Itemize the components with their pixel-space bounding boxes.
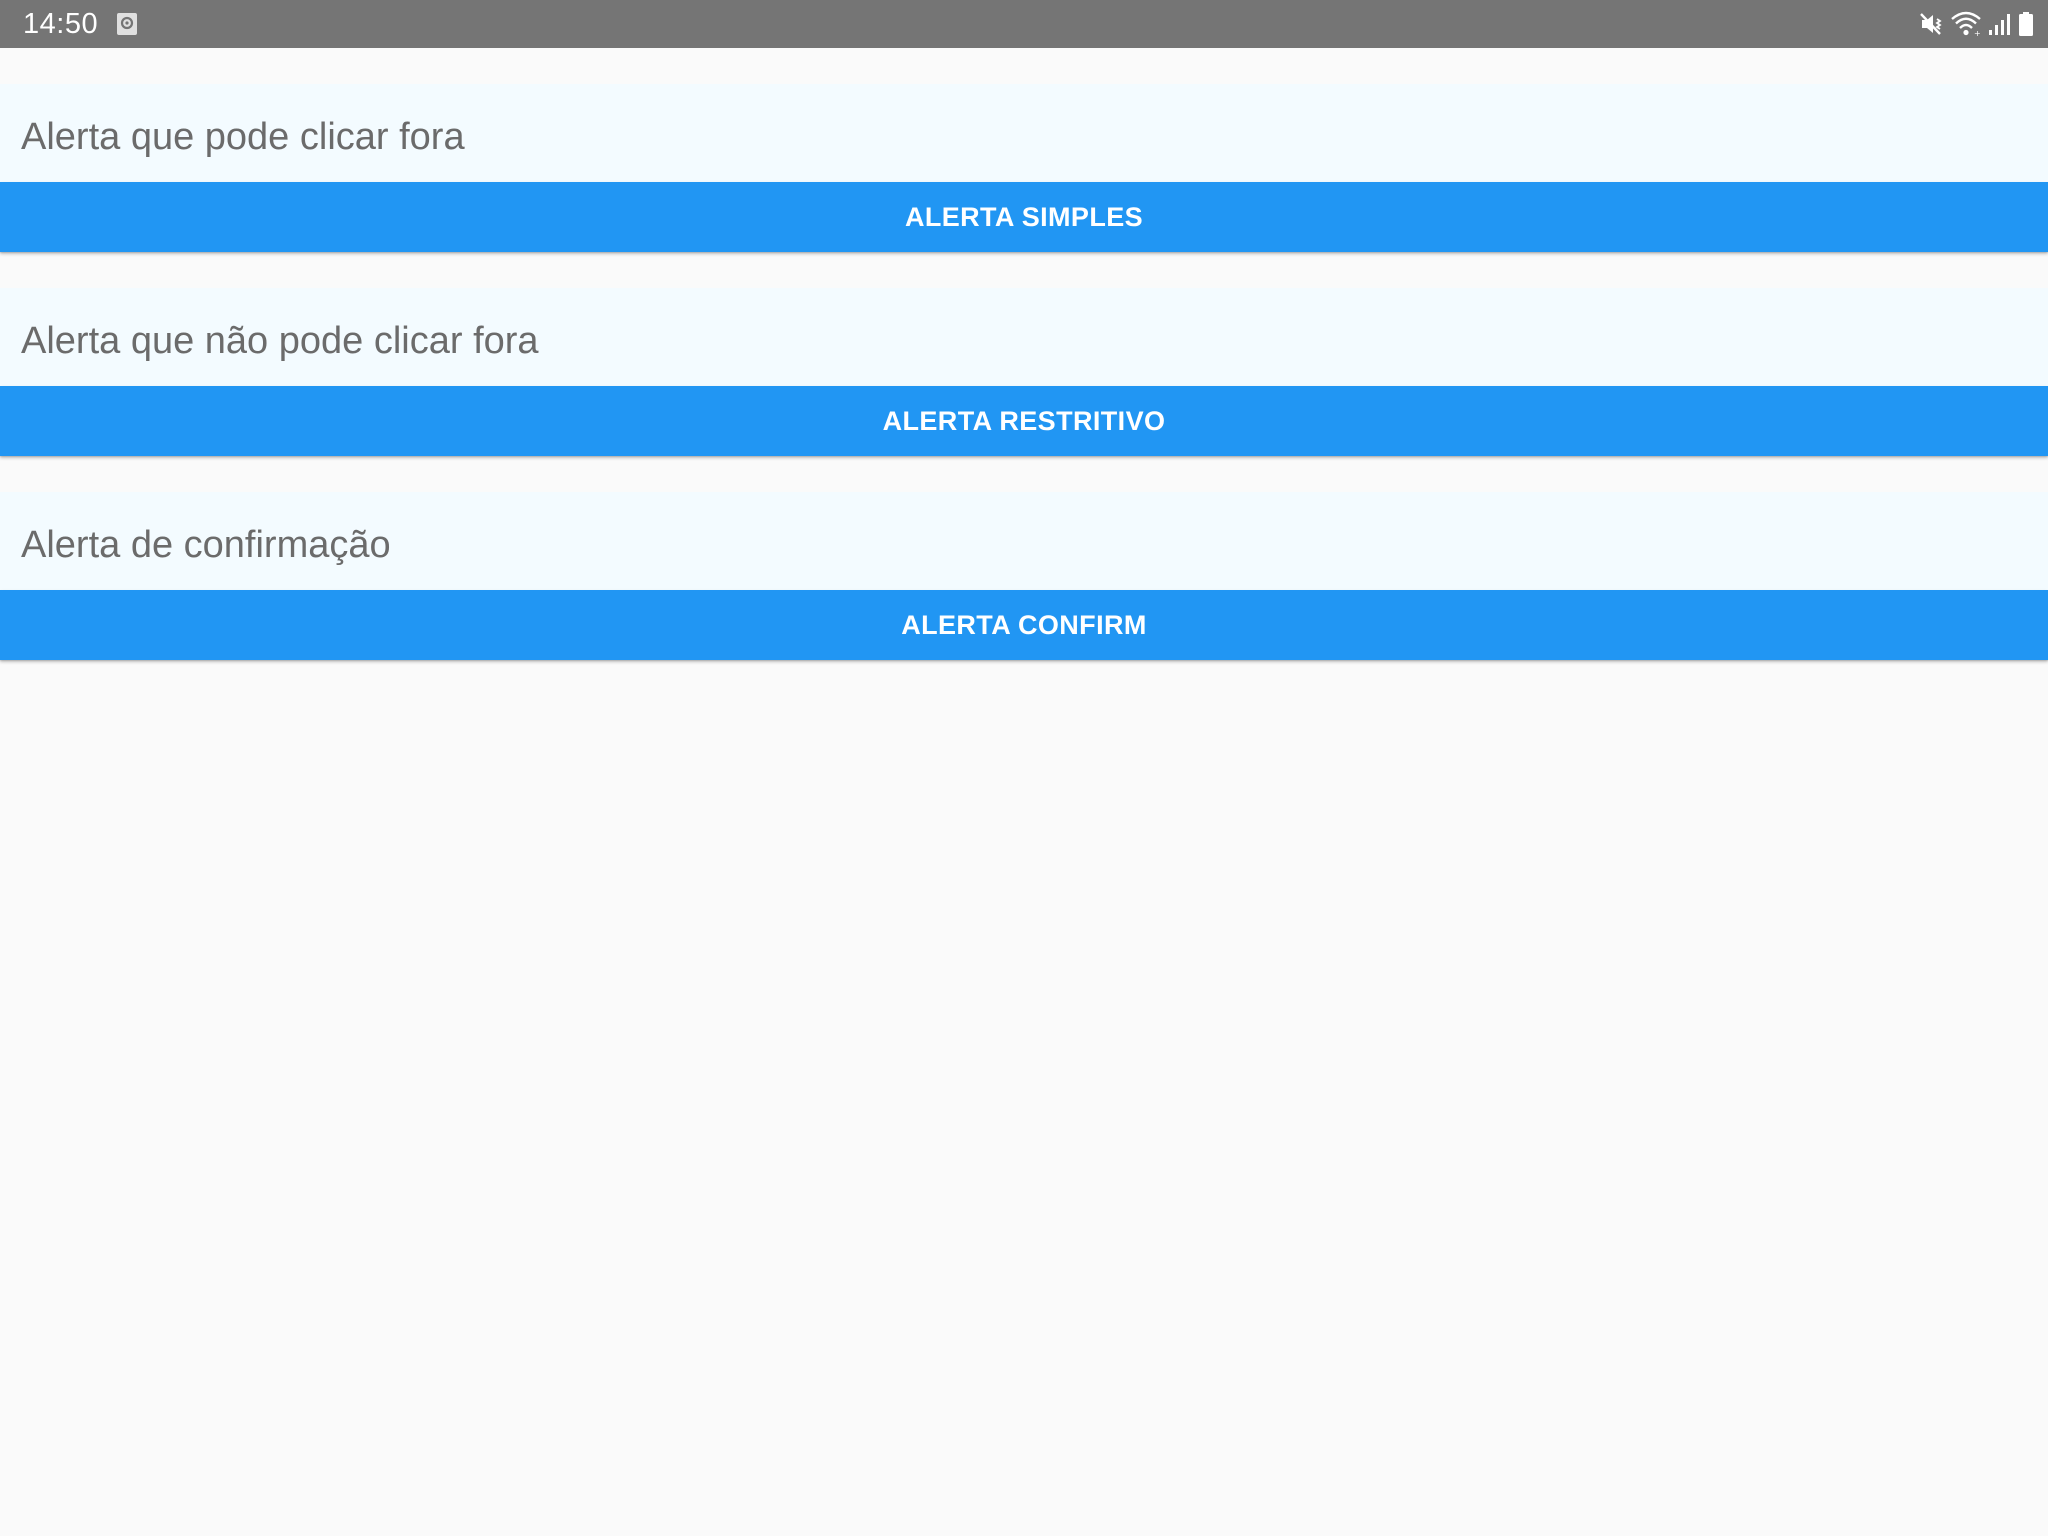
svg-text:+: + xyxy=(1974,29,1981,37)
status-bar: 14:50 + xyxy=(0,0,2048,48)
section-label-simple: Alerta que pode clicar fora xyxy=(21,116,465,158)
screenshot-notification-icon xyxy=(116,12,138,36)
status-time: 14:50 xyxy=(23,8,99,40)
alerta-restritivo-button[interactable]: ALERTA RESTRITIVO xyxy=(0,386,2048,456)
wifi-icon: + xyxy=(1950,11,1982,37)
status-icons: + xyxy=(1918,10,2034,38)
section-label-restrictive: Alerta que não pode clicar fora xyxy=(21,320,539,362)
cell-signal-icon xyxy=(1988,11,2012,37)
battery-icon xyxy=(2018,11,2034,37)
vibrate-mute-icon xyxy=(1918,11,1944,37)
section-label-confirm: Alerta de confirmação xyxy=(21,524,391,566)
alerta-simples-button[interactable]: ALERTA SIMPLES xyxy=(0,182,2048,252)
alerta-confirm-button[interactable]: ALERTA CONFIRM xyxy=(0,590,2048,660)
